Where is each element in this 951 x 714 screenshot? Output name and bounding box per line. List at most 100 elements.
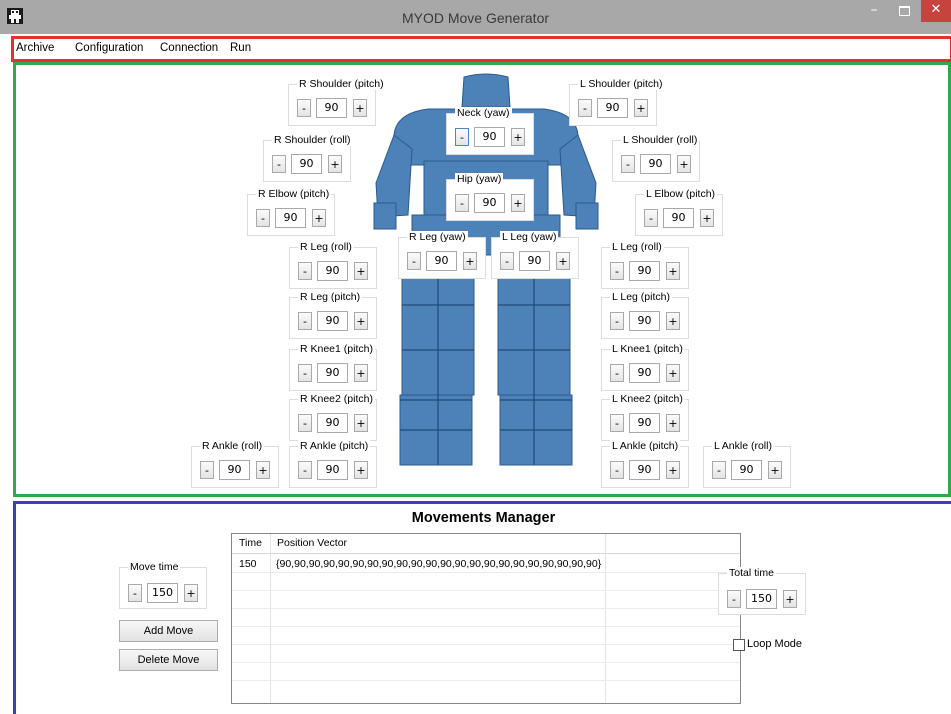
move-time-field[interactable]: 150 [147,583,178,603]
add-move-button[interactable]: Add Move [119,620,218,642]
increment-button[interactable]: + [666,262,680,280]
total-time-field[interactable]: 150 [746,589,777,609]
increment-button[interactable]: + [677,155,691,173]
maximize-button[interactable] [890,0,918,22]
joint-value-field[interactable]: 90 [317,363,348,383]
table-cell-position-vector[interactable]: {90,90,90,90,90,90,90,90,90,90,90,90,90,… [276,558,601,570]
loop-mode-checkbox[interactable] [733,639,745,651]
row-divider [232,680,740,681]
joint-l-leg-yaw: L Leg (yaw) - 90 + [491,231,579,279]
decrement-button[interactable]: - [298,414,312,432]
joint-value-field[interactable]: 90 [317,413,348,433]
joint-value-field[interactable]: 90 [629,413,660,433]
table-cell-time[interactable]: 150 [239,558,257,570]
increment-button[interactable]: + [666,414,680,432]
increment-button[interactable]: + [511,194,525,212]
decrement-button[interactable]: - [578,99,592,117]
decrement-button[interactable]: - [610,364,624,382]
menu-connection[interactable]: Connection [160,42,218,54]
increment-button[interactable]: + [556,252,570,270]
decrement-button[interactable]: - [455,194,469,212]
joint-value-field[interactable]: 90 [426,251,457,271]
decrement-button[interactable]: - [128,584,142,602]
decrement-button[interactable]: - [500,252,514,270]
joint-value-field[interactable]: 90 [597,98,628,118]
increment-button[interactable]: + [666,312,680,330]
minimize-button[interactable]: – [860,0,888,22]
decrement-button[interactable]: - [610,461,624,479]
joint-value-field[interactable]: 90 [663,208,694,228]
joint-l-knee2-pitch: L Knee2 (pitch) - 90 + [601,393,689,441]
joint-value-field[interactable]: 90 [317,460,348,480]
decrement-button[interactable]: - [727,590,741,608]
decrement-button[interactable]: - [256,209,270,227]
joint-value-field[interactable]: 90 [629,460,660,480]
decrement-button[interactable]: - [621,155,635,173]
joint-value-field[interactable]: 90 [316,98,347,118]
joint-value-field[interactable]: 90 [219,460,250,480]
joint-r-ankle-roll: R Ankle (roll) - 90 + [191,440,279,488]
joint-value-field[interactable]: 90 [474,193,505,213]
movements-table[interactable]: Time Position Vector 150 {90,90,90,90,90… [231,533,741,704]
joint-r-shoulder-pitch: R Shoulder (pitch) - 90 + [288,78,386,126]
joint-hip-yaw: Hip (yaw) - 90 + [446,173,534,221]
increment-button[interactable]: + [312,209,326,227]
increment-button[interactable]: + [700,209,714,227]
loop-mode-label[interactable]: Loop Mode [747,638,802,650]
joint-value-field[interactable]: 90 [317,261,348,281]
increment-button[interactable]: + [666,461,680,479]
joint-label: R Leg (yaw) [407,231,468,243]
increment-button[interactable]: + [184,584,198,602]
row-divider [232,626,740,627]
close-button[interactable]: ✕ [921,0,951,22]
increment-button[interactable]: + [783,590,797,608]
decrement-button[interactable]: - [407,252,421,270]
increment-button[interactable]: + [768,461,782,479]
joint-value-field[interactable]: 90 [275,208,306,228]
increment-button[interactable]: + [463,252,477,270]
decrement-button[interactable]: - [297,99,311,117]
joint-value-field[interactable]: 90 [629,261,660,281]
increment-button[interactable]: + [511,128,525,146]
joint-label: L Ankle (pitch) [610,440,681,452]
increment-button[interactable]: + [354,461,368,479]
increment-button[interactable]: + [634,99,648,117]
increment-button[interactable]: + [353,99,367,117]
column-header-time[interactable]: Time [239,537,262,549]
menu-archive[interactable]: Archive [16,42,54,54]
increment-button[interactable]: + [354,312,368,330]
delete-move-button[interactable]: Delete Move [119,649,218,671]
decrement-button[interactable]: - [712,461,726,479]
decrement-button[interactable]: - [610,262,624,280]
decrement-button[interactable]: - [298,461,312,479]
joint-value-field[interactable]: 90 [640,154,671,174]
increment-button[interactable]: + [354,262,368,280]
decrement-button[interactable]: - [644,209,658,227]
increment-button[interactable]: + [328,155,342,173]
decrement-button[interactable]: - [200,461,214,479]
joint-value-field[interactable]: 90 [731,460,762,480]
joint-value-field[interactable]: 90 [519,251,550,271]
decrement-button[interactable]: - [298,312,312,330]
joint-value-field[interactable]: 90 [474,127,505,147]
increment-button[interactable]: + [256,461,270,479]
decrement-button[interactable]: - [298,364,312,382]
joint-value-field[interactable]: 90 [317,311,348,331]
decrement-button[interactable]: - [610,312,624,330]
increment-button[interactable]: + [354,414,368,432]
window-title: MYOD Move Generator [401,10,550,26]
joint-value-field[interactable]: 90 [629,363,660,383]
decrement-button[interactable]: - [610,414,624,432]
menu-configuration[interactable]: Configuration [75,42,143,54]
joint-label: L Elbow (pitch) [644,188,718,200]
decrement-button[interactable]: - [298,262,312,280]
menu-run[interactable]: Run [230,42,251,54]
row-divider [232,662,740,663]
increment-button[interactable]: + [666,364,680,382]
column-header-position-vector[interactable]: Position Vector [277,537,347,549]
decrement-button[interactable]: - [272,155,286,173]
joint-value-field[interactable]: 90 [291,154,322,174]
decrement-button[interactable]: - [455,128,469,146]
joint-value-field[interactable]: 90 [629,311,660,331]
increment-button[interactable]: + [354,364,368,382]
